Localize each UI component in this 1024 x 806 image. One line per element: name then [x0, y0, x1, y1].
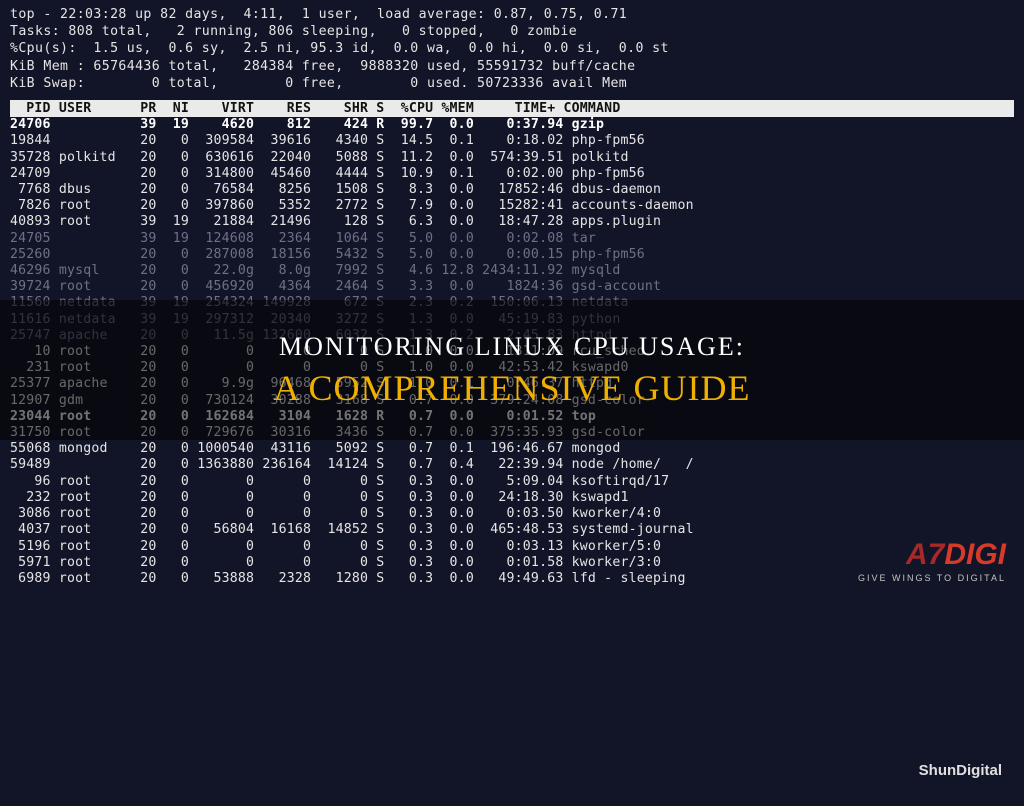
process-row: 24705 39 19 124608 2364 1064 S 5.0 0.0 0… [10, 232, 1014, 245]
process-row: 96 root 20 0 0 0 0 S 0.3 0.0 5:09.04 kso… [10, 475, 1014, 488]
process-table-header: PID USER PR NI VIRT RES SHR S %CPU %MEM … [10, 100, 1014, 117]
process-row: 5971 root 20 0 0 0 0 S 0.3 0.0 0:01.58 k… [10, 556, 1014, 569]
process-row: 59489 20 0 1363880 236164 14124 S 0.7 0.… [10, 458, 1014, 471]
process-row: 25260 20 0 287008 18156 5432 S 5.0 0.0 0… [10, 248, 1014, 261]
process-row: 24706 39 19 4620 812 424 R 99.7 0.0 0:37… [10, 118, 1014, 131]
process-row: 3086 root 20 0 0 0 0 S 0.3 0.0 0:03.50 k… [10, 507, 1014, 520]
process-row: 19844 20 0 309584 39616 4340 S 14.5 0.1 … [10, 134, 1014, 147]
process-row: 24709 20 0 314800 45460 4444 S 10.9 0.1 … [10, 167, 1014, 180]
process-row: 46296 mysql 20 0 22.0g 8.0g 7992 S 4.6 1… [10, 264, 1014, 277]
overlay-title-line2: A COMPREHENSIVE GUIDE [273, 370, 750, 406]
terminal-window: top - 22:03:28 up 82 days, 4:11, 1 user,… [0, 0, 1024, 806]
process-row: 7768 dbus 20 0 76584 8256 1508 S 8.3 0.0… [10, 183, 1014, 196]
process-row: 5196 root 20 0 0 0 0 S 0.3 0.0 0:03.13 k… [10, 540, 1014, 553]
watermark-secondary: ShunDigital [919, 763, 1002, 778]
summary-tasks-line: Tasks: 808 total, 2 running, 806 sleepin… [10, 25, 1014, 38]
process-row: 40893 root 39 19 21884 21496 128 S 6.3 0… [10, 215, 1014, 228]
summary-uptime-line: top - 22:03:28 up 82 days, 4:11, 1 user,… [10, 8, 1014, 21]
summary-cpu-line: %Cpu(s): 1.5 us, 0.6 sy, 2.5 ni, 95.3 id… [10, 42, 1014, 55]
process-row: 7826 root 20 0 397860 5352 2772 S 7.9 0.… [10, 199, 1014, 212]
title-overlay: MONITORING LINUX CPU USAGE: A COMPREHENS… [0, 300, 1024, 440]
summary-swap-line: KiB Swap: 0 total, 0 free, 0 used. 50723… [10, 77, 1014, 90]
process-row: 39724 root 20 0 456920 4364 2464 S 3.3 0… [10, 280, 1014, 293]
process-row: 35728 polkitd 20 0 630616 22040 5088 S 1… [10, 151, 1014, 164]
process-row: 232 root 20 0 0 0 0 S 0.3 0.0 24:18.30 k… [10, 491, 1014, 504]
top-summary-block: top - 22:03:28 up 82 days, 4:11, 1 user,… [10, 8, 1014, 90]
process-row: 4037 root 20 0 56804 16168 14852 S 0.3 0… [10, 523, 1014, 536]
summary-mem-line: KiB Mem : 65764436 total, 284384 free, 9… [10, 60, 1014, 73]
overlay-title-line1: MONITORING LINUX CPU USAGE: [279, 334, 745, 360]
process-row: 6989 root 20 0 53888 2328 1280 S 0.3 0.0… [10, 572, 1014, 585]
process-row: 55068 mongod 20 0 1000540 43116 5092 S 0… [10, 442, 1014, 455]
